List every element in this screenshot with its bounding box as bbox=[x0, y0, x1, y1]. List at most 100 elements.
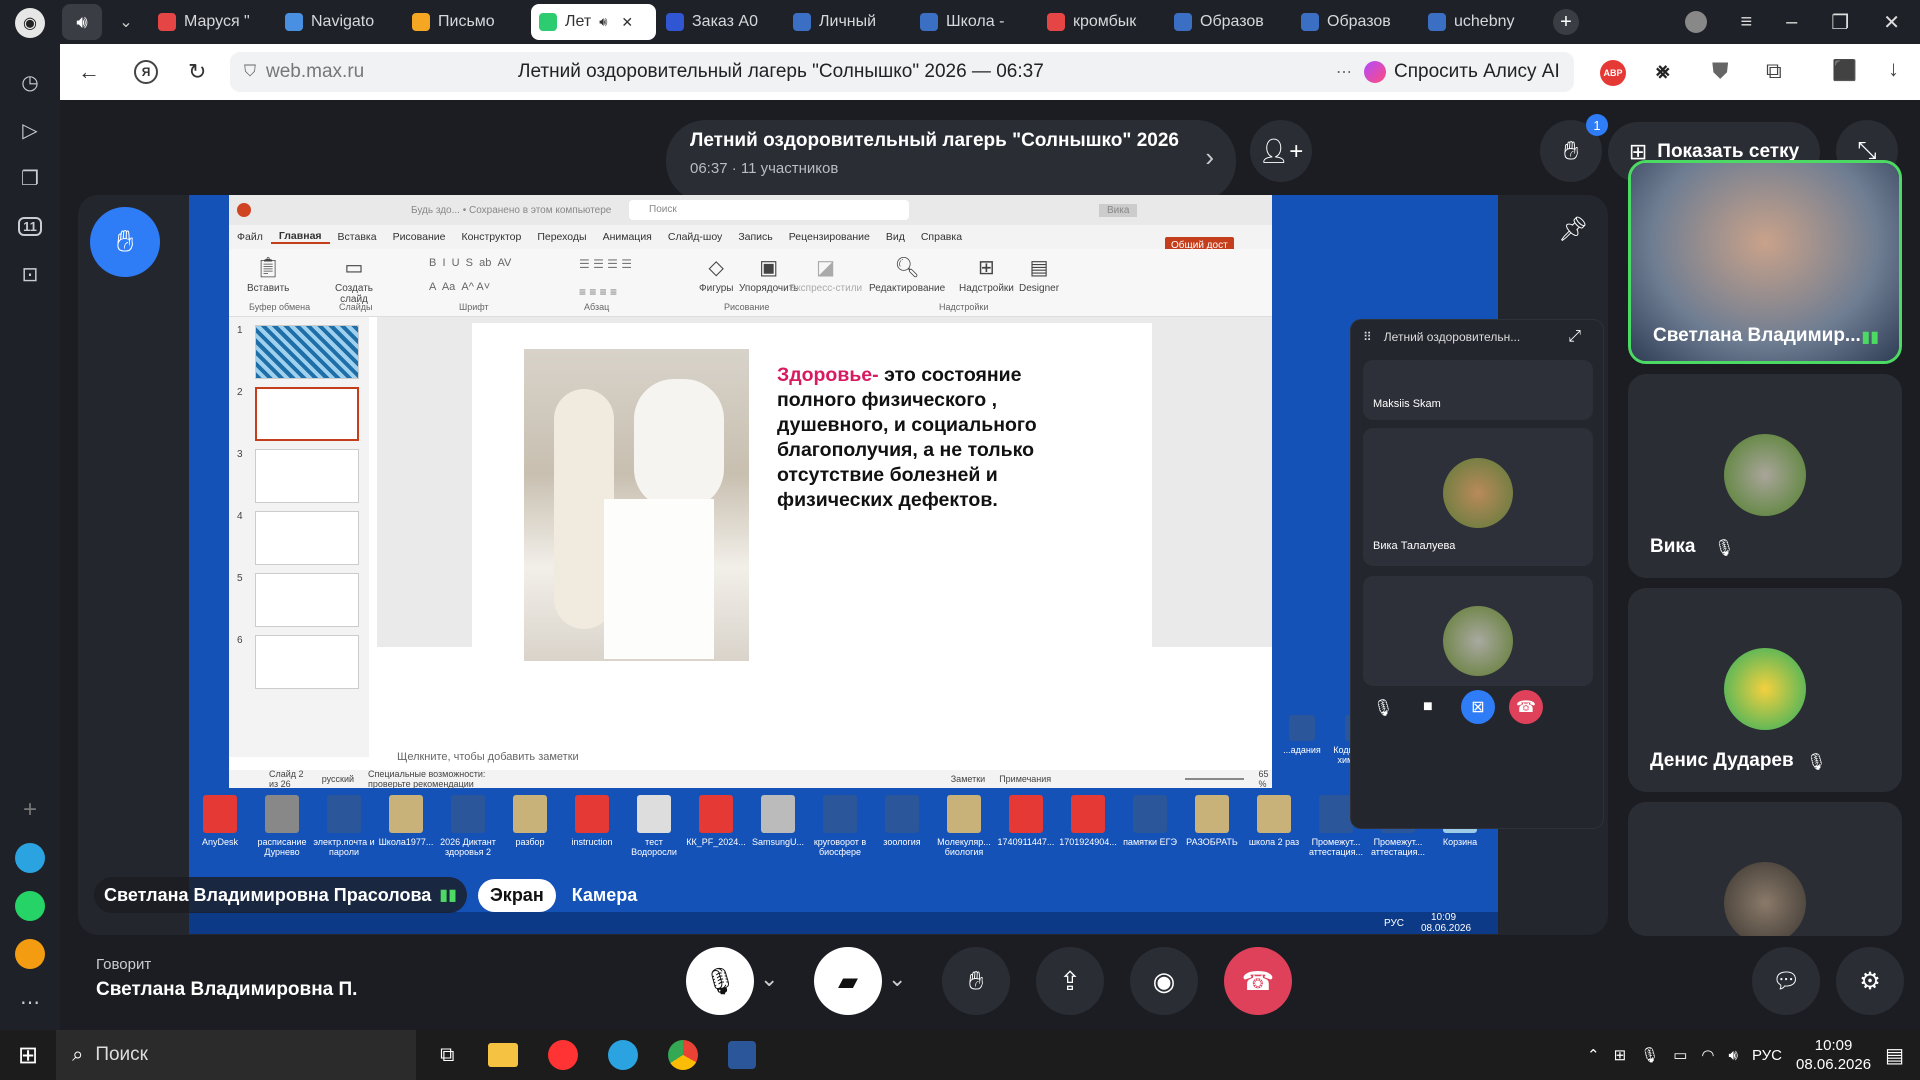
desktop-icon[interactable]: расписание Дурнево bbox=[251, 795, 313, 857]
collections-icon[interactable]: ❐ bbox=[12, 160, 48, 196]
tray-wifi-icon[interactable]: ◠ bbox=[1701, 1046, 1714, 1064]
camera-options-icon[interactable]: ⌄ bbox=[888, 966, 906, 992]
font-controls[interactable]: B I U S ab AV A Aa A^ A˅ bbox=[429, 257, 579, 301]
mini-mic-icon[interactable]: 🎙︎ bbox=[1373, 698, 1393, 718]
desktop-icon[interactable]: Школа1977... bbox=[375, 795, 437, 857]
tab-10[interactable]: uchebny bbox=[1420, 4, 1545, 40]
drag-handle-icon[interactable]: ⠿ bbox=[1363, 330, 1372, 344]
ppt-menu-item[interactable]: Слайд-шоу bbox=[660, 231, 730, 243]
ppt-menu-item[interactable]: Запись bbox=[730, 231, 780, 243]
raise-hand-button[interactable]: ✋︎ bbox=[942, 947, 1010, 1015]
figures-button[interactable]: ◇ Фигуры bbox=[699, 255, 733, 294]
expand-icon[interactable]: ⤢ bbox=[1568, 328, 1581, 346]
tray-lang[interactable]: РУС bbox=[1752, 1047, 1782, 1064]
create-slide-button[interactable]: ▭ Создать слайд bbox=[329, 255, 379, 305]
participant-tile-4[interactable] bbox=[1628, 802, 1902, 936]
explorer-icon[interactable] bbox=[488, 1043, 519, 1067]
mail-icon[interactable] bbox=[12, 936, 48, 972]
desktop-icon[interactable]: памятки ЕГЭ bbox=[1119, 795, 1181, 857]
status-notes[interactable]: Заметки bbox=[951, 774, 985, 784]
add-icon[interactable]: + bbox=[12, 792, 48, 828]
adblock-icon[interactable]: ABP bbox=[1600, 60, 1626, 86]
yandex-icon[interactable]: Я bbox=[134, 60, 158, 84]
word-icon[interactable] bbox=[728, 1041, 757, 1069]
tab-close-icon[interactable]: ✕ bbox=[621, 14, 633, 31]
notes-area[interactable]: Щелкните, чтобы добавить заметки bbox=[377, 743, 1272, 771]
slide[interactable]: Здоровье- это состояние полного физическ… bbox=[472, 323, 1152, 703]
url-field[interactable]: ⛉ web.max.ru Летний оздоровительный лаге… bbox=[230, 52, 1402, 92]
desktop-icon[interactable]: зоология bbox=[871, 795, 933, 857]
desktop-icon[interactable]: тест Водоросли bbox=[623, 795, 685, 857]
desktop-icon[interactable]: электр.почта и пароли bbox=[313, 795, 375, 857]
desktop-icon[interactable]: разбор bbox=[499, 795, 561, 857]
camera-button[interactable]: ▰ bbox=[814, 947, 882, 1015]
tray-battery-icon[interactable]: ▭ bbox=[1673, 1046, 1687, 1064]
new-tab-button[interactable]: + bbox=[1553, 9, 1579, 35]
desktop-icon[interactable]: школа 2 раз bbox=[1243, 795, 1305, 857]
hangup-button[interactable]: ☎︎ bbox=[1224, 947, 1292, 1015]
tab-9[interactable]: Образов bbox=[1293, 4, 1418, 40]
desktop-icon[interactable]: 1740911447... bbox=[995, 795, 1057, 857]
tray-chevron-icon[interactable]: ⌃ bbox=[1587, 1046, 1600, 1064]
ppt-menu-item[interactable]: Переходы bbox=[529, 231, 594, 243]
ppt-menu-item[interactable]: Рецензирование bbox=[781, 231, 878, 243]
whatsapp-icon[interactable] bbox=[12, 888, 48, 924]
ppt-menu-item[interactable]: Конструктор bbox=[453, 231, 529, 243]
desktop-icon[interactable]: ...адания bbox=[1274, 715, 1330, 765]
tray-network-icon[interactable]: ⊞ bbox=[1614, 1046, 1627, 1064]
windows-start-icon[interactable]: ⊞ bbox=[18, 1041, 38, 1070]
slide-thumb[interactable]: 2 bbox=[229, 387, 369, 443]
extension-puzzle-icon[interactable]: ⧉ bbox=[1766, 58, 1782, 84]
tray-clock[interactable]: 10:09 08.06.2026 bbox=[1796, 1036, 1871, 1074]
mini-screen-icon[interactable]: ⊠ bbox=[1461, 690, 1495, 724]
menu-icon[interactable]: ≡ bbox=[1741, 11, 1753, 34]
desktop-icon[interactable]: круговорот в биосфере bbox=[809, 795, 871, 857]
designer-button[interactable]: ▤ Designer bbox=[1019, 255, 1059, 294]
alice-button[interactable]: Спросить Алису AI bbox=[1350, 52, 1574, 92]
mic-button[interactable]: 🎙︎ bbox=[686, 947, 754, 1015]
desktop-icon[interactable]: AnyDesk bbox=[189, 795, 251, 857]
ppt-search[interactable]: Поиск bbox=[629, 200, 909, 220]
ppt-menu-item[interactable]: Рисование bbox=[385, 231, 454, 243]
pin-icon[interactable]: 📌︎ bbox=[1558, 215, 1588, 244]
tab-5[interactable]: Личный bbox=[785, 4, 910, 40]
edit-button[interactable]: 🔍︎ Редактирование bbox=[869, 255, 945, 294]
camera-tab[interactable]: Камера bbox=[562, 879, 648, 912]
zoom-slider[interactable] bbox=[1185, 778, 1245, 780]
account-icon[interactable] bbox=[1684, 11, 1707, 33]
chat-button[interactable]: 💬︎ bbox=[1752, 947, 1820, 1015]
mini-cam-icon[interactable]: ■ bbox=[1423, 698, 1433, 716]
sound-icon[interactable]: 🔊︎ bbox=[62, 4, 102, 40]
desktop-icon[interactable]: 1701924904... bbox=[1057, 795, 1119, 857]
desktop-icon[interactable]: 2026 Диктант здоровья 2 bbox=[437, 795, 499, 857]
slide-thumb[interactable]: 4 bbox=[229, 511, 369, 567]
ppt-menu-item[interactable]: Анимация bbox=[595, 231, 660, 243]
tabs-dropdown-icon[interactable]: ⌄ bbox=[108, 4, 144, 40]
paragraph-controls[interactable]: ☰ ☰ ☰ ☰ ≡ ≡ ≡ ≡ bbox=[579, 257, 699, 301]
ppt-menu-item[interactable]: Главная bbox=[270, 230, 330, 244]
telegram-taskbar-icon[interactable] bbox=[608, 1040, 639, 1070]
telegram-icon[interactable] bbox=[12, 840, 48, 876]
taskbar-search[interactable]: ⌕ Поиск bbox=[56, 1030, 417, 1080]
add-participant-button[interactable]: 👤︎+ bbox=[1250, 120, 1312, 182]
download-icon[interactable]: ↓ bbox=[1888, 56, 1899, 82]
status-comments[interactable]: Примечания bbox=[999, 774, 1051, 784]
ppt-menu-item[interactable]: Вид bbox=[878, 231, 913, 243]
screen-tab[interactable]: Экран bbox=[478, 878, 556, 912]
slide-thumbnails[interactable]: 1 2 3 4 5 6 bbox=[229, 317, 369, 757]
mini-hangup-icon[interactable]: ☎︎ bbox=[1509, 690, 1543, 724]
desktop-icon[interactable]: КК_РF_2024... bbox=[685, 795, 747, 857]
yandex-browser-icon[interactable] bbox=[548, 1040, 579, 1070]
desktop-icon[interactable]: РАЗОБРАТЬ bbox=[1181, 795, 1243, 857]
paste-button[interactable]: 📋︎ Вставить bbox=[247, 255, 289, 294]
tab-0[interactable]: Маруся " bbox=[150, 4, 275, 40]
close-icon[interactable]: ✕ bbox=[1883, 10, 1900, 35]
desktop-icon[interactable]: Молекуляр... биология bbox=[933, 795, 995, 857]
settings-button[interactable]: ⚙ bbox=[1836, 947, 1904, 1015]
slide-thumb[interactable]: 6 bbox=[229, 635, 369, 691]
addins-button[interactable]: ⊞ Надстройки bbox=[959, 255, 1014, 294]
minimize-icon[interactable]: – bbox=[1786, 11, 1797, 34]
extension-shield-icon[interactable]: ⛊ bbox=[1712, 58, 1729, 84]
slide-thumb[interactable]: 5 bbox=[229, 573, 369, 629]
tab-2[interactable]: Письмо bbox=[404, 4, 529, 40]
